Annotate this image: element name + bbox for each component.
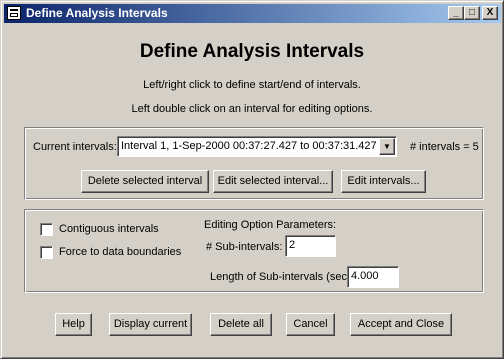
display-current-button[interactable]: Display current [109,313,192,336]
force-to-data-boundaries-label[interactable]: Force to data boundaries [59,246,181,258]
edit-selected-interval-button[interactable]: Edit selected interval... [213,170,333,193]
minimize-button[interactable]: _ [448,6,464,20]
sub-intervals-input[interactable]: 2 [285,235,336,257]
contiguous-intervals-checkbox[interactable] [40,223,53,236]
intervals-group: Current intervals: Interval 1, 1-Sep-200… [24,127,484,200]
window-title: Define Analysis Intervals [26,6,168,20]
intervals-dropdown-value: Interval 1, 1-Sep-2000 00:37:27.427 to 0… [121,140,377,152]
accept-and-close-button[interactable]: Accept and Close [350,313,452,336]
dialog-window: Define Analysis Intervals _ □ X Define A… [0,0,504,359]
title-bar[interactable]: Define Analysis Intervals _ □ X [4,4,501,23]
close-button[interactable]: X [482,6,498,20]
instruction-define: Left/right click to define start/end of … [143,79,361,91]
current-intervals-label: Current intervals: [33,141,117,153]
sub-intervals-label: # Sub-intervals: [206,241,283,253]
cancel-button[interactable]: Cancel [286,313,335,336]
sub-interval-length-label: Length of Sub-intervals (sec): [210,271,354,283]
app-window-icon[interactable] [7,6,21,20]
chevron-down-icon[interactable]: ▼ [379,138,395,155]
sub-interval-length-value: 4.000 [351,270,379,282]
page-title: Define Analysis Intervals [139,41,365,62]
sub-interval-length-input[interactable]: 4.000 [347,266,399,288]
help-button[interactable]: Help [55,313,92,336]
editing-parameters-heading: Editing Option Parameters: [204,219,337,231]
instruction-edit: Left double click on an interval for edi… [131,103,373,115]
editing-options-group: Contiguous intervals Force to data bound… [24,209,484,293]
delete-all-button[interactable]: Delete all [210,313,272,336]
intervals-dropdown[interactable]: Interval 1, 1-Sep-2000 00:37:27.427 to 0… [117,136,397,157]
force-to-data-boundaries-checkbox[interactable] [40,246,53,259]
contiguous-intervals-label[interactable]: Contiguous intervals [59,223,159,235]
edit-intervals-button[interactable]: Edit intervals... [341,170,426,193]
sub-intervals-value: 2 [289,239,296,251]
delete-selected-interval-button[interactable]: Delete selected interval [81,170,209,193]
maximize-button[interactable]: □ [464,6,480,20]
interval-count: # intervals = 5 [410,141,479,153]
